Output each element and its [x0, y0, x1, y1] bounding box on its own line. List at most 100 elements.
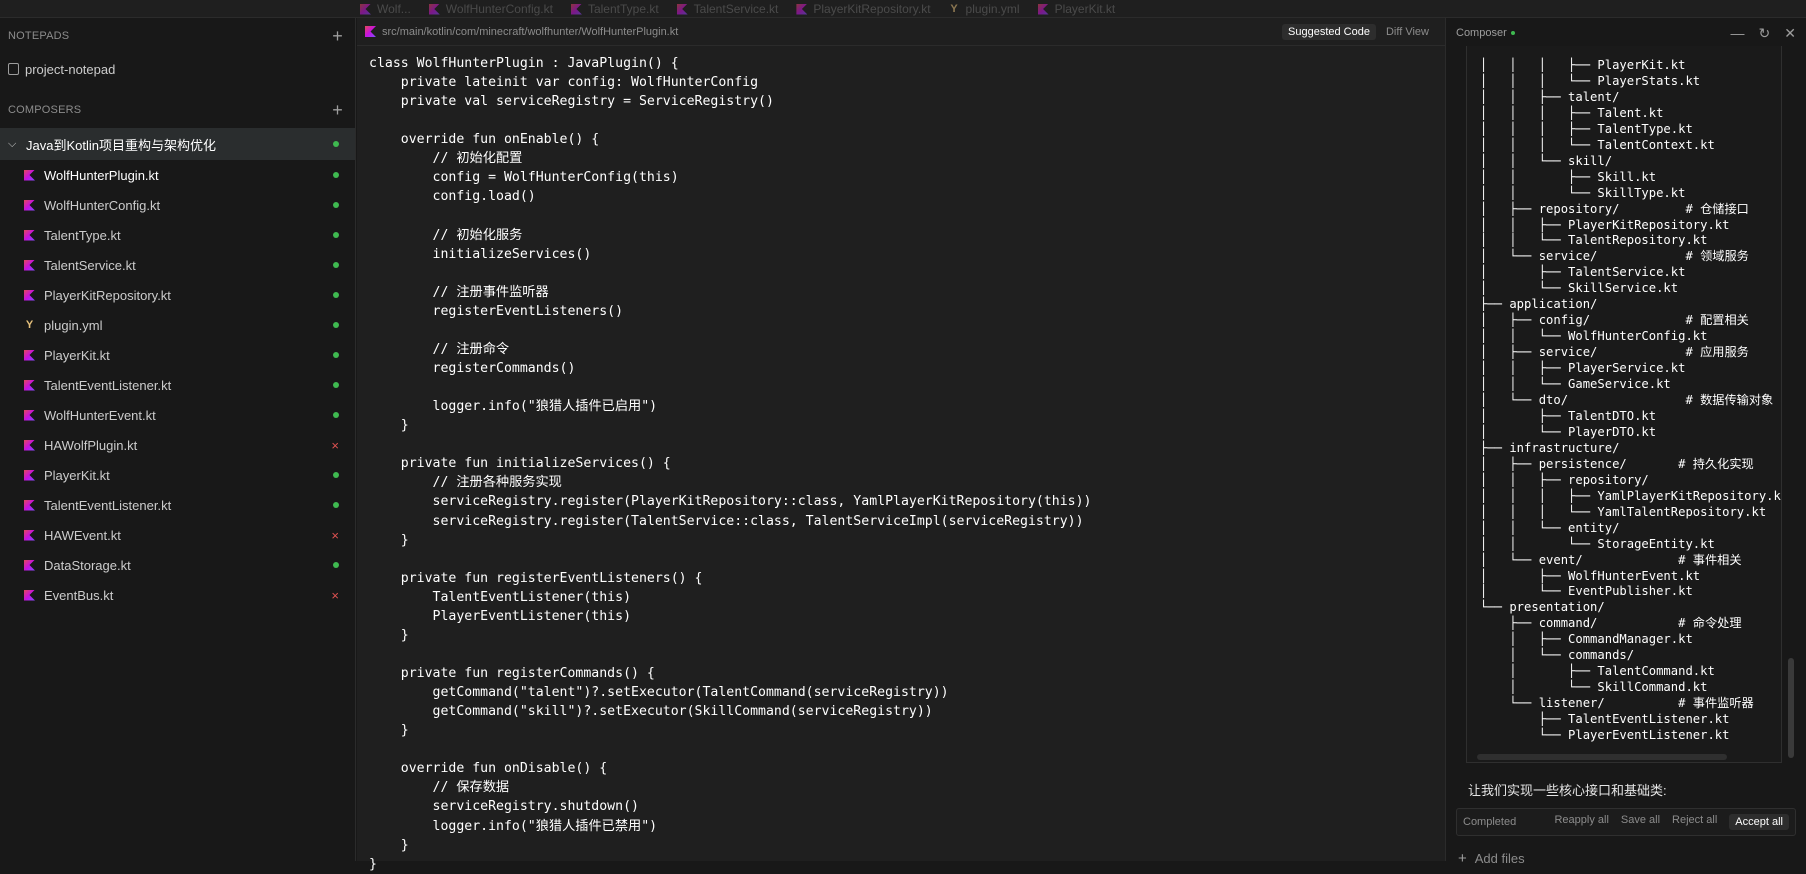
- composer-file-item[interactable]: PlayerKit.kt: [0, 340, 355, 370]
- code-block[interactable]: │ │ │ ├── PlayerKit.kt │ │ │ └── PlayerSt…: [1466, 46, 1782, 763]
- code-line: getCommand("skill")?.setExecutor(SkillCo…: [369, 704, 933, 720]
- kotlin-file-icon: [796, 3, 808, 15]
- composer-file-list: WolfHunterPlugin.kt WolfHunterConfig.kt Ta…: [0, 160, 355, 610]
- kotlin-file-icon: [1037, 3, 1049, 15]
- composer-file-item[interactable]: HAWEvent.kt ×: [0, 520, 355, 550]
- composer-file-item[interactable]: TalentType.kt: [0, 220, 355, 250]
- code-line: }: [369, 418, 409, 434]
- kotlin-file-icon: [24, 259, 35, 271]
- add-files-label: Add files: [1474, 851, 1525, 866]
- code-line: registerCommands(): [369, 361, 576, 376]
- composer-action-bar: Completed Reapply all Save all Reject al…: [1456, 808, 1796, 836]
- editor-tab[interactable]: WolfHunterConfig.kt: [428, 2, 553, 16]
- editor-tab-label: Wolf...: [377, 2, 411, 16]
- tree-line: └── PlayerEventListener.kt: [1480, 728, 1730, 743]
- composer-file-item[interactable]: PlayerKitRepository.kt: [0, 280, 355, 310]
- tree-line: │ └── SkillService.kt: [1480, 281, 1679, 296]
- file-name: PlayerKit.kt: [44, 467, 110, 483]
- composer-file-item[interactable]: PlayerKit.kt: [0, 460, 355, 490]
- code-line: // 保存数据: [369, 780, 510, 796]
- horizontal-scrollbar[interactable]: [1477, 754, 1727, 760]
- tree-line: │ │ └── TalentRepository.kt: [1480, 233, 1708, 248]
- composer-file-item[interactable]: WolfHunterConfig.kt: [0, 190, 355, 220]
- editor-tab[interactable]: Yplugin.yml: [949, 2, 1019, 16]
- top-tab-bar: Wolf... WolfHunterConfig.kt TalentType.kt T…: [0, 0, 1806, 18]
- editor-tab[interactable]: Wolf...: [360, 2, 411, 16]
- editor-header: src/main/kotlin/com/minecraft/wolfhunter…: [357, 18, 1445, 46]
- add-notepad-button[interactable]: +: [332, 26, 343, 47]
- code-line: // 初始化配置: [369, 151, 523, 167]
- kotlin-file-icon: [24, 229, 35, 241]
- code-line: }: [369, 532, 409, 548]
- code-line: serviceRegistry.register(PlayerKitReposi…: [369, 494, 1092, 510]
- composer-panel: Composer — ↻ ✕ │ │ │ ├── PlayerKit.kt │ │…: [1445, 18, 1806, 867]
- tree-line: │ └── service/ # 领域服务: [1480, 249, 1749, 264]
- editor-tab[interactable]: TalentType.kt: [570, 2, 659, 16]
- accept-all-button[interactable]: Accept all: [1729, 814, 1789, 830]
- file-name: TalentType.kt: [44, 227, 121, 243]
- composer-file-item[interactable]: Yplugin.yml: [0, 310, 355, 340]
- composer-file-item[interactable]: TalentEventListener.kt: [0, 490, 355, 520]
- add-composer-button[interactable]: +: [332, 100, 343, 121]
- minimize-icon[interactable]: —: [1731, 25, 1745, 42]
- tree-line: │ │ ├── repository/: [1480, 472, 1649, 487]
- code-line: initializeServices(): [369, 246, 592, 262]
- file-name: WolfHunterEvent.kt: [44, 407, 156, 423]
- kotlin-file-icon: [24, 589, 35, 601]
- editor-tab[interactable]: PlayerKitRepository.kt: [796, 2, 931, 16]
- reject-all-button[interactable]: Reject all: [1672, 814, 1717, 830]
- kotlin-file-icon: [24, 379, 35, 391]
- kotlin-file-icon: [570, 3, 582, 15]
- add-files-button[interactable]: + Add files: [1458, 850, 1525, 867]
- tree-line: │ │ │ ├── TalentType.kt: [1480, 121, 1693, 136]
- tree-line: │ │ ├── PlayerKitRepository.kt: [1480, 217, 1730, 232]
- composer-session[interactable]: ⌵ Java到Kotlin项目重构与架构优化: [0, 128, 355, 160]
- tree-line: │ │ │ ├── Talent.kt: [1480, 105, 1664, 120]
- editor-tab-strip: Wolf... WolfHunterConfig.kt TalentType.kt T…: [360, 2, 1115, 16]
- composer-file-item[interactable]: HAWolfPlugin.kt ×: [0, 430, 355, 460]
- tree-line: │ │ └── GameService.kt: [1480, 377, 1671, 392]
- status-dot: [333, 141, 339, 147]
- file-name: PlayerKitRepository.kt: [44, 287, 171, 303]
- composer-file-item[interactable]: TalentService.kt: [0, 250, 355, 280]
- editor-pane: src/main/kotlin/com/minecraft/wolfhunter…: [357, 18, 1445, 872]
- tree-line: │ │ └── skill/: [1480, 153, 1613, 168]
- applied-status-dot: [333, 292, 339, 298]
- composer-controls: — ↻ ✕: [1731, 25, 1796, 42]
- vertical-scrollbar[interactable]: [1788, 658, 1794, 758]
- diff-view-tab[interactable]: Diff View: [1380, 24, 1435, 40]
- tree-line: │ ├── repository/ # 仓储接口: [1480, 201, 1749, 216]
- close-icon[interactable]: ✕: [1784, 25, 1796, 42]
- tree-line: │ │ │ └── TalentContext.kt: [1480, 137, 1715, 152]
- tree-line: ├── command/ # 命令处理: [1480, 616, 1742, 631]
- save-all-button[interactable]: Save all: [1621, 814, 1660, 830]
- code-line: }: [369, 837, 409, 853]
- notepads-header: NOTEPADS +: [0, 18, 355, 54]
- composer-file-item[interactable]: EventBus.kt ×: [0, 580, 355, 610]
- code-line: config = WolfHunterConfig(this): [369, 170, 679, 186]
- code-line: private fun registerCommands() {: [369, 666, 655, 681]
- composer-file-item[interactable]: DataStorage.kt: [0, 550, 355, 580]
- notepad-item[interactable]: project-notepad: [0, 54, 355, 84]
- kotlin-file-icon: [676, 3, 688, 15]
- editor-tab[interactable]: TalentService.kt: [676, 2, 778, 16]
- code-view[interactable]: class WolfHunterPlugin : JavaPlugin() { …: [357, 46, 1445, 874]
- project-tree: │ │ │ ├── PlayerKit.kt │ │ │ └── PlayerSt…: [1480, 58, 1781, 744]
- suggested-code-tab[interactable]: Suggested Code: [1282, 23, 1376, 40]
- composer-session-title: Java到Kotlin项目重构与架构优化: [26, 137, 216, 153]
- applied-status-dot: [333, 172, 339, 178]
- code-line: private val serviceRegistry = ServiceReg…: [369, 94, 774, 110]
- code-line: serviceRegistry.register(TalentService::…: [369, 513, 1084, 529]
- composer-file-item[interactable]: TalentEventListener.kt: [0, 370, 355, 400]
- composer-file-item[interactable]: WolfHunterEvent.kt: [0, 400, 355, 430]
- refresh-icon[interactable]: ↻: [1759, 25, 1771, 42]
- kotlin-file-icon: [24, 349, 35, 361]
- tree-line: │ ├── TalentService.kt: [1480, 265, 1686, 280]
- reapply-all-button[interactable]: Reapply all: [1554, 814, 1608, 830]
- chevron-down-icon[interactable]: ⌵: [8, 138, 20, 151]
- tree-line: │ ├── persistence/ # 持久化实现: [1480, 456, 1754, 471]
- composer-file-item[interactable]: WolfHunterPlugin.kt: [0, 160, 355, 190]
- editor-tab[interactable]: PlayerKit.kt: [1037, 2, 1115, 16]
